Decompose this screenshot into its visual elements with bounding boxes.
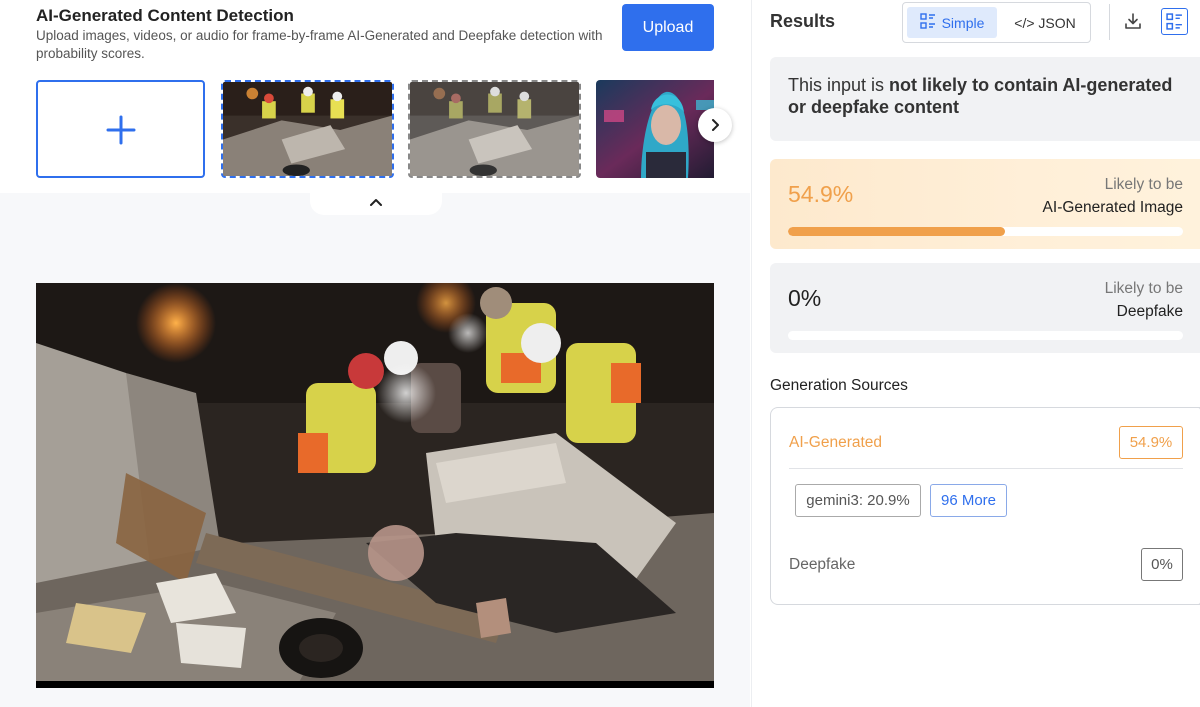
add-media-button[interactable] [36,80,205,178]
more-sources-button[interactable]: 96 More [930,484,1007,517]
list-view-icon [919,13,936,32]
thumbnail[interactable] [596,80,714,178]
source-ai-badge: 54.9% [1119,426,1183,459]
tab-simple[interactable]: Simple [907,7,997,38]
likely-category: AI-Generated Image [1042,199,1183,216]
upload-panel: AI-Generated Content Detection Upload im… [0,0,750,707]
tab-simple-label: Simple [941,14,985,31]
plus-icon [106,106,136,152]
preview-image [36,283,714,688]
chevron-right-icon[interactable] [698,108,732,142]
deepfake-percent: 0% [788,285,822,311]
deepfake-likely: Likely to be Deepfake [1105,277,1183,323]
chevron-up-icon [369,194,383,212]
generation-sources-box: AI-Generated 54.9% gemini3: 20.9% 96 Mor… [770,407,1200,605]
thumbnail-strip [36,80,714,178]
results-panel: Results Simple </> JSON This input is no… [751,0,1200,707]
page-subtitle: Upload images, videos, or audio for fram… [36,28,603,61]
source-ai-label: AI-Generated [789,434,883,451]
verdict-prefix: This input is [788,75,890,95]
upload-button[interactable]: Upload [622,4,714,51]
deepfake-score-card: 0% Likely to be Deepfake [770,263,1200,353]
likely-label: Likely to be [1104,280,1183,297]
source-deepfake-badge: 0% [1141,548,1183,581]
likely-label: Likely to be [1104,176,1183,193]
collapse-thumbnails-button[interactable] [310,190,442,215]
ai-generated-likely: Likely to be AI-Generated Image [1043,173,1183,219]
download-icon[interactable] [1120,8,1146,34]
tab-json[interactable]: </> JSON [1003,7,1087,38]
source-deepfake-label: Deepfake [789,556,856,573]
ai-generated-percent: 54.9% [788,181,854,207]
thumbnail-selected[interactable] [221,80,394,178]
ai-generated-progress-fill [788,227,1005,236]
toolbar-divider [1109,4,1110,40]
ai-generated-progress [788,227,1183,236]
results-title: Results [770,11,836,31]
view-toggle: Simple </> JSON [902,2,1091,43]
divider [789,468,1183,469]
page-title: AI-Generated Content Detection [36,6,294,25]
ai-generated-score-card: 54.9% Likely to be AI-Generated Image [770,159,1200,249]
upload-header-area: AI-Generated Content Detection Upload im… [0,0,750,193]
thumbnail[interactable] [408,80,581,178]
deepfake-progress [788,331,1183,340]
verdict-banner: This input is not likely to contain AI-g… [770,57,1200,141]
details-view-icon[interactable] [1161,8,1188,35]
generation-sources-title: Generation Sources [770,377,908,394]
likely-category: Deepfake [1116,303,1183,320]
source-chip-gemini: gemini3: 20.9% [795,484,921,517]
